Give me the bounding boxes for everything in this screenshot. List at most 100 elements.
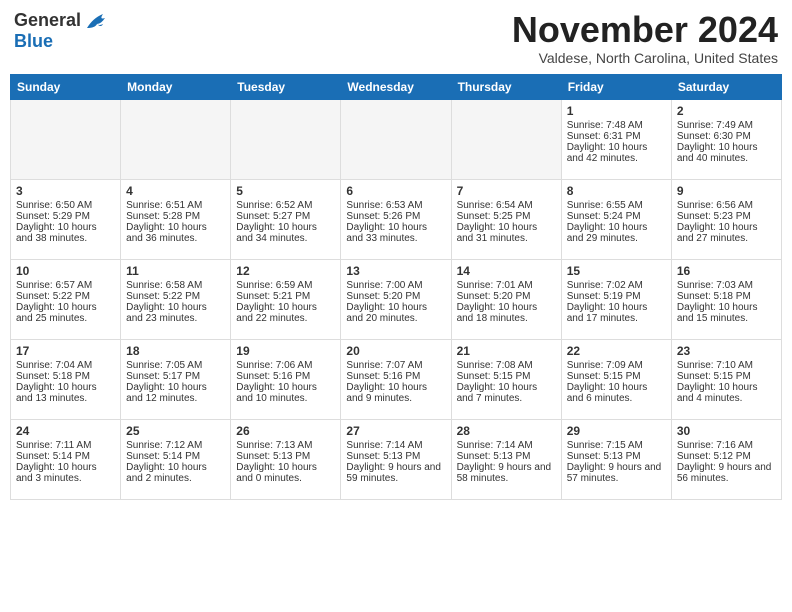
- day-number: 29: [567, 424, 666, 438]
- calendar-cell: 27Sunrise: 7:14 AMSunset: 5:13 PMDayligh…: [341, 419, 451, 499]
- daylight-text: Daylight: 10 hours and 42 minutes.: [567, 142, 666, 164]
- day-number: 30: [677, 424, 776, 438]
- day-number: 11: [126, 264, 225, 278]
- day-number: 20: [346, 344, 445, 358]
- daylight-text: Daylight: 10 hours and 27 minutes.: [677, 222, 776, 244]
- calendar-cell: 12Sunrise: 6:59 AMSunset: 5:21 PMDayligh…: [231, 259, 341, 339]
- calendar-cell: 28Sunrise: 7:14 AMSunset: 5:13 PMDayligh…: [451, 419, 561, 499]
- calendar-cell: 10Sunrise: 6:57 AMSunset: 5:22 PMDayligh…: [11, 259, 121, 339]
- daylight-text: Daylight: 10 hours and 9 minutes.: [346, 382, 445, 404]
- day-number: 10: [16, 264, 115, 278]
- daylight-text: Daylight: 10 hours and 20 minutes.: [346, 302, 445, 324]
- sunset-text: Sunset: 5:29 PM: [16, 211, 115, 222]
- calendar-cell: 19Sunrise: 7:06 AMSunset: 5:16 PMDayligh…: [231, 339, 341, 419]
- location-text: Valdese, North Carolina, United States: [512, 50, 778, 66]
- calendar-cell: 2Sunrise: 7:49 AMSunset: 6:30 PMDaylight…: [671, 99, 781, 179]
- calendar-cell: [451, 99, 561, 179]
- daylight-text: Daylight: 9 hours and 57 minutes.: [567, 462, 666, 484]
- day-number: 17: [16, 344, 115, 358]
- sunrise-text: Sunrise: 7:01 AM: [457, 280, 556, 291]
- sunset-text: Sunset: 5:13 PM: [567, 451, 666, 462]
- daylight-text: Daylight: 10 hours and 29 minutes.: [567, 222, 666, 244]
- daylight-text: Daylight: 10 hours and 17 minutes.: [567, 302, 666, 324]
- sunset-text: Sunset: 5:12 PM: [677, 451, 776, 462]
- sunrise-text: Sunrise: 7:04 AM: [16, 360, 115, 371]
- daylight-text: Daylight: 9 hours and 58 minutes.: [457, 462, 556, 484]
- day-number: 24: [16, 424, 115, 438]
- day-number: 25: [126, 424, 225, 438]
- sunset-text: Sunset: 5:21 PM: [236, 291, 335, 302]
- sunset-text: Sunset: 5:28 PM: [126, 211, 225, 222]
- day-number: 8: [567, 184, 666, 198]
- calendar-cell: 29Sunrise: 7:15 AMSunset: 5:13 PMDayligh…: [561, 419, 671, 499]
- calendar-week-row: 17 Sunrise: 7:04 AMSunset: 5:18 PM Dayligh…: [11, 339, 782, 419]
- sunset-text: Sunset: 5:18 PM: [16, 371, 115, 382]
- sunset-text: Sunset: 5:14 PM: [16, 451, 115, 462]
- calendar-cell: 16Sunrise: 7:03 AMSunset: 5:18 PMDayligh…: [671, 259, 781, 339]
- calendar-cell: 26Sunrise: 7:13 AMSunset: 5:13 PMDayligh…: [231, 419, 341, 499]
- calendar-cell: 21Sunrise: 7:08 AMSunset: 5:15 PMDayligh…: [451, 339, 561, 419]
- calendar-cell: 14Sunrise: 7:01 AMSunset: 5:20 PMDayligh…: [451, 259, 561, 339]
- daylight-text: Daylight: 9 hours and 59 minutes.: [346, 462, 445, 484]
- calendar-week-row: 1 Sunrise: 7:48 AMSunset: 6:31 PMDaylight…: [11, 99, 782, 179]
- sunset-text: Sunset: 5:15 PM: [677, 371, 776, 382]
- sunset-text: Sunset: 5:27 PM: [236, 211, 335, 222]
- sunrise-text: Sunrise: 7:05 AM: [126, 360, 225, 371]
- calendar-cell: 3Sunrise: 6:50 AMSunset: 5:29 PMDaylight…: [11, 179, 121, 259]
- daylight-text: Daylight: 10 hours and 31 minutes.: [457, 222, 556, 244]
- sunset-text: Sunset: 5:20 PM: [457, 291, 556, 302]
- day-number: 4: [126, 184, 225, 198]
- sunrise-text: Sunrise: 7:07 AM: [346, 360, 445, 371]
- daylight-text: Daylight: 10 hours and 4 minutes.: [677, 382, 776, 404]
- weekday-header-friday: Friday: [561, 74, 671, 99]
- calendar-cell: [341, 99, 451, 179]
- calendar-cell: 4 Sunrise: 6:51 AMSunset: 5:28 PMDaylight…: [121, 179, 231, 259]
- sunset-text: Sunset: 5:16 PM: [346, 371, 445, 382]
- sunrise-text: Sunrise: 6:52 AM: [236, 200, 335, 211]
- sunrise-text: Sunrise: 7:49 AM: [677, 120, 776, 131]
- daylight-text: Daylight: 9 hours and 56 minutes.: [677, 462, 776, 484]
- logo-blue-text: Blue: [14, 32, 53, 52]
- sunrise-text: Sunrise: 7:00 AM: [346, 280, 445, 291]
- calendar-cell: 24Sunrise: 7:11 AMSunset: 5:14 PMDayligh…: [11, 419, 121, 499]
- daylight-text: Daylight: 10 hours and 22 minutes.: [236, 302, 335, 324]
- calendar-cell: 5Sunrise: 6:52 AMSunset: 5:27 PMDaylight…: [231, 179, 341, 259]
- calendar-cell: [11, 99, 121, 179]
- calendar-cell: 6Sunrise: 6:53 AMSunset: 5:26 PMDaylight…: [341, 179, 451, 259]
- sunrise-text: Sunrise: 7:08 AM: [457, 360, 556, 371]
- sunrise-text: Sunrise: 7:13 AM: [236, 440, 335, 451]
- daylight-text: Daylight: 10 hours and 6 minutes.: [567, 382, 666, 404]
- sunrise-text: Sunrise: 7:16 AM: [677, 440, 776, 451]
- sunrise-text: Sunrise: 7:48 AM: [567, 120, 666, 131]
- daylight-text: Daylight: 10 hours and 36 minutes.: [126, 222, 225, 244]
- sunset-text: Sunset: 6:30 PM: [677, 131, 776, 142]
- sunset-text: Sunset: 5:14 PM: [126, 451, 225, 462]
- sunrise-text: Sunrise: 7:14 AM: [457, 440, 556, 451]
- day-number: 14: [457, 264, 556, 278]
- calendar-cell: 17Sunrise: 7:04 AMSunset: 5:18 PMDayligh…: [11, 339, 121, 419]
- logo: General Blue: [14, 10, 111, 52]
- sunrise-text: Sunrise: 6:59 AM: [236, 280, 335, 291]
- weekday-header-sunday: Sunday: [11, 74, 121, 99]
- calendar-cell: 23Sunrise: 7:10 AMSunset: 5:15 PMDayligh…: [671, 339, 781, 419]
- daylight-text: Daylight: 10 hours and 23 minutes.: [126, 302, 225, 324]
- day-number: 18: [126, 344, 225, 358]
- calendar-cell: 1 Sunrise: 7:48 AMSunset: 6:31 PMDaylight…: [561, 99, 671, 179]
- sunset-text: Sunset: 5:22 PM: [126, 291, 225, 302]
- day-number: 28: [457, 424, 556, 438]
- day-number: 1: [567, 104, 666, 118]
- daylight-text: Daylight: 10 hours and 34 minutes.: [236, 222, 335, 244]
- calendar-cell: 11Sunrise: 6:58 AMSunset: 5:22 PMDayligh…: [121, 259, 231, 339]
- weekday-header-monday: Monday: [121, 74, 231, 99]
- sunrise-text: Sunrise: 6:51 AM: [126, 200, 225, 211]
- day-number: 7: [457, 184, 556, 198]
- sunrise-text: Sunrise: 6:56 AM: [677, 200, 776, 211]
- sunrise-text: Sunrise: 7:10 AM: [677, 360, 776, 371]
- sunset-text: Sunset: 5:20 PM: [346, 291, 445, 302]
- daylight-text: Daylight: 10 hours and 25 minutes.: [16, 302, 115, 324]
- sunset-text: Sunset: 6:31 PM: [567, 131, 666, 142]
- calendar-cell: 8Sunrise: 6:55 AMSunset: 5:24 PMDaylight…: [561, 179, 671, 259]
- daylight-text: Daylight: 10 hours and 38 minutes.: [16, 222, 115, 244]
- sunrise-text: Sunrise: 6:55 AM: [567, 200, 666, 211]
- sunset-text: Sunset: 5:25 PM: [457, 211, 556, 222]
